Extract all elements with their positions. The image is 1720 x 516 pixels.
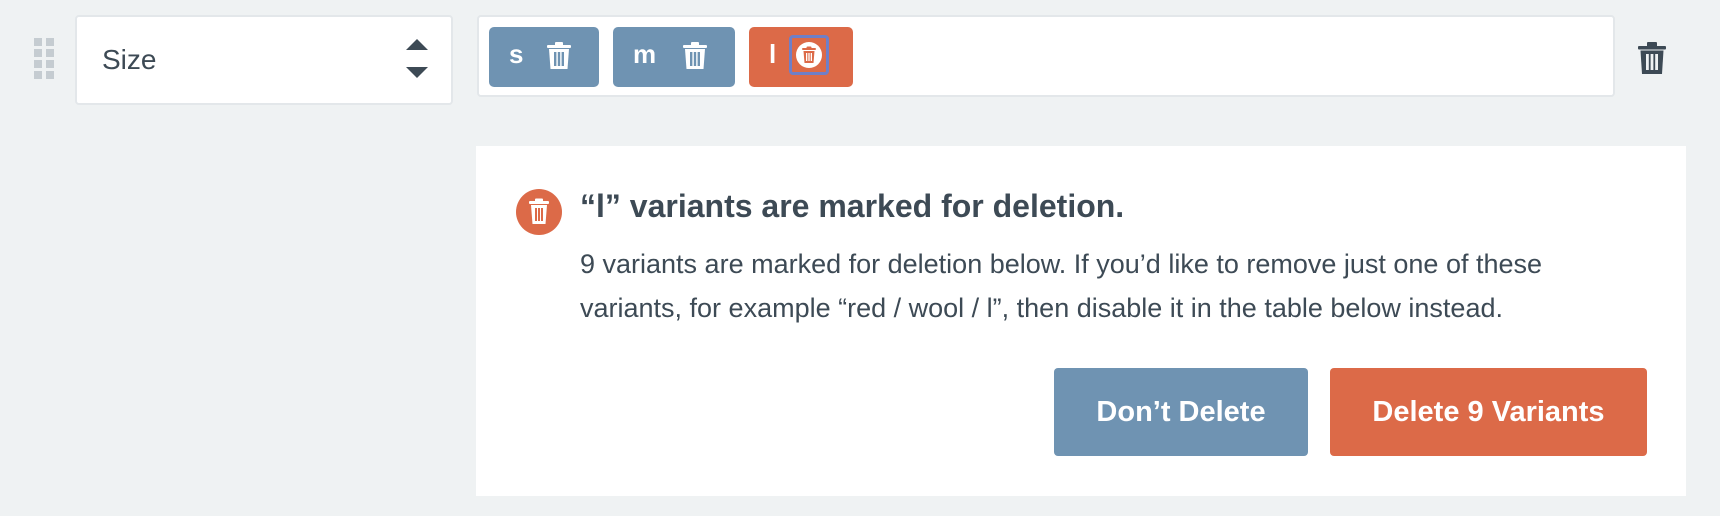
deletion-warning-panel: “l” variants are marked for deletion. 9 … xyxy=(476,146,1686,496)
option-values-field[interactable]: s m l xyxy=(477,15,1615,97)
remove-value-button[interactable] xyxy=(789,35,829,75)
warning-message: 9 variants are marked for deletion below… xyxy=(580,249,1543,323)
trash-icon[interactable] xyxy=(683,42,707,70)
dont-delete-button[interactable]: Don’t Delete xyxy=(1054,368,1308,456)
option-value-tag-l[interactable]: l xyxy=(749,27,853,87)
tag-label: l xyxy=(769,39,777,69)
tag-label: m xyxy=(633,39,657,69)
option-value-tag-m[interactable]: m xyxy=(613,27,735,87)
option-value-tag-s[interactable]: s xyxy=(489,27,599,87)
sort-arrows-icon xyxy=(406,39,428,78)
option-name-select[interactable]: Size xyxy=(75,15,453,105)
trash-icon[interactable] xyxy=(547,42,571,70)
tag-label: s xyxy=(509,39,524,69)
delete-option-trash-icon[interactable] xyxy=(1638,42,1666,74)
warning-title: “l” variants are marked for deletion. xyxy=(580,188,1125,224)
trash-icon xyxy=(796,42,822,68)
trash-icon xyxy=(516,189,562,235)
option-name-value: Size xyxy=(102,44,157,75)
delete-variants-button[interactable]: Delete 9 Variants xyxy=(1330,368,1647,456)
drag-handle-icon[interactable] xyxy=(34,38,58,84)
